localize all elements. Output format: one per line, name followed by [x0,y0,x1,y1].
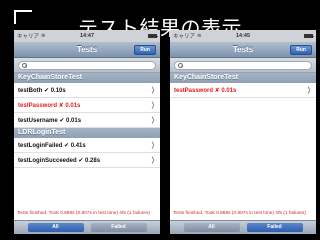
test-row[interactable]: testBoth ✔ 0.10s ❯ [14,83,160,98]
battery-icon [148,34,159,38]
test-row[interactable]: testPassword ✘ 0.01s ❯ [14,98,160,113]
chevron-right-icon: ❯ [151,157,156,164]
search-bar [170,58,316,73]
result-summary: Tests finished. Took 0.888s (0.807s in t… [173,211,306,216]
chevron-right-icon: ❯ [151,117,156,124]
nav-title: Tests [232,45,254,54]
test-row[interactable]: testLoginFailed ✔ 0.41s ❯ [14,138,160,153]
chevron-right-icon: ❯ [151,87,156,94]
test-label: testLoginFailed ✔ 0.41s [18,142,86,149]
test-label: testPassword ✘ 0.01s [174,87,237,94]
test-label: testBoth ✔ 0.10s [18,87,66,94]
test-row[interactable]: testUsername ✔ 0.01s ❯ [14,113,160,128]
search-icon [22,63,27,68]
status-bar: キャリア ≋ 14:45 [170,30,316,42]
clock: 14:47 [79,33,95,39]
chevron-right-icon: ❯ [151,102,156,109]
navigation-bar: Tests Run [170,42,316,58]
chevron-right-icon: ❯ [151,142,156,149]
nav-title: Tests [76,45,98,54]
clock: 14:45 [235,33,251,39]
run-button[interactable]: Run [134,45,156,55]
run-button[interactable]: Run [290,45,312,55]
wifi-icon: ≋ [197,33,202,39]
section-header: LDRLoginTest [14,128,160,138]
test-label: testPassword ✘ 0.01s [18,102,81,109]
search-icon [178,63,183,68]
tab-all[interactable]: All [183,223,240,232]
search-input[interactable] [174,61,312,70]
carrier-label: キャリア [173,34,196,40]
battery-icon [304,34,315,38]
tab-failed[interactable]: Failed [246,223,303,232]
wifi-icon: ≋ [41,33,46,39]
phone-screen-all: キャリア ≋ 14:47 Tests Run KeyChainStoreTest t… [14,30,160,234]
section-header: KeyChainStoreTest [170,73,316,83]
filter-bar: All Failed [14,220,160,234]
test-list: KeyChainStoreTest testPassword ✘ 0.01s ❯ [170,73,316,98]
test-row[interactable]: testPassword ✘ 0.01s ❯ [170,83,316,98]
carrier-label: キャリア [17,34,40,40]
tab-failed[interactable]: Failed [90,223,147,232]
filter-bar: All Failed [170,220,316,234]
test-row[interactable]: testLoginSucceeded ✔ 0.28s ❯ [14,153,160,168]
phone-screen-failed: キャリア ≋ 14:45 Tests Run KeyChainStoreTest t… [170,30,316,234]
search-bar [14,58,160,73]
status-bar: キャリア ≋ 14:47 [14,30,160,42]
test-label: testUsername ✔ 0.01s [18,117,82,124]
test-list: KeyChainStoreTest testBoth ✔ 0.10s ❯ testPa… [14,73,160,168]
section-header: KeyChainStoreTest [14,73,160,83]
chevron-right-icon: ❯ [307,87,312,94]
test-label: testLoginSucceeded ✔ 0.28s [18,157,101,164]
tab-all[interactable]: All [27,223,84,232]
search-input[interactable] [18,61,156,70]
navigation-bar: Tests Run [14,42,160,58]
result-summary: Tests finished. Took 0.888s (0.807s in t… [17,211,150,216]
